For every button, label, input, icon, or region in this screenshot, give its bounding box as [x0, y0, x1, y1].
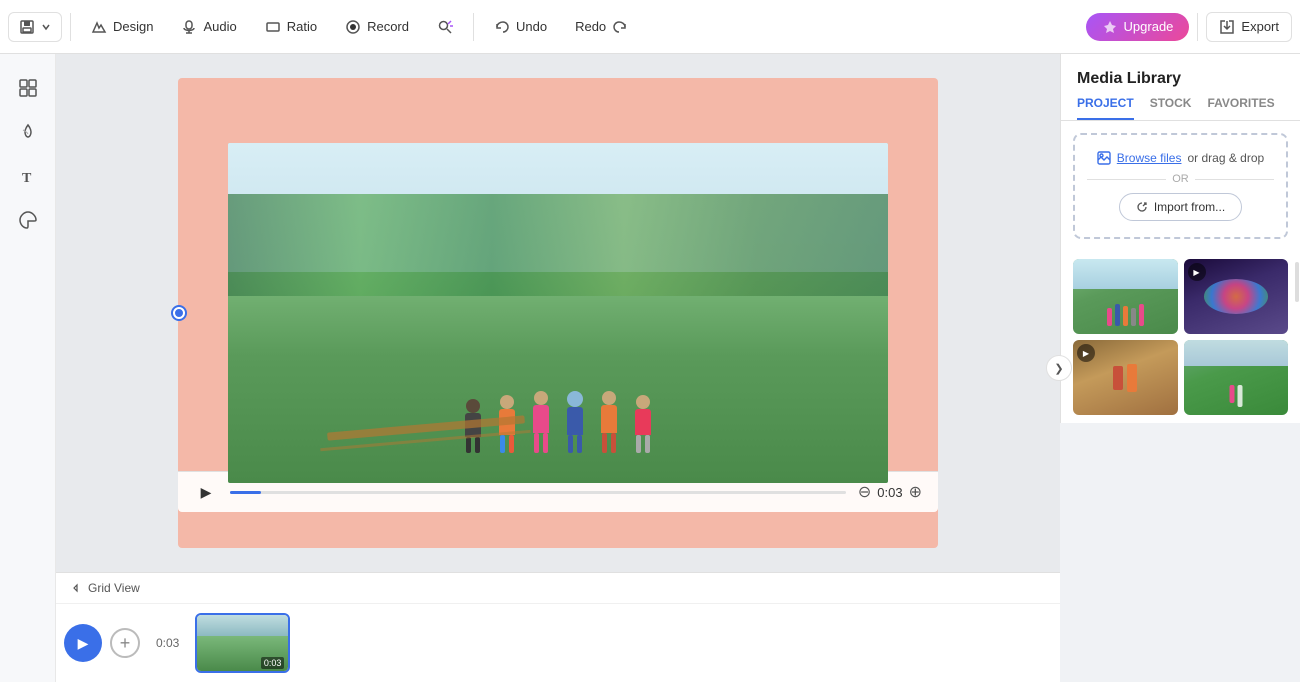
clip-duration-badge: 0:03: [261, 657, 285, 669]
layout-icon: [18, 78, 38, 98]
tab-project[interactable]: PROJECT: [1077, 96, 1134, 120]
import-icon: [1136, 201, 1148, 213]
svg-text:T: T: [22, 171, 32, 186]
timeline: Grid View ▶ + 0:03: [56, 572, 1060, 682]
panel-collapse-button[interactable]: ❯: [1046, 355, 1072, 381]
toolbar-divider-3: [1197, 13, 1198, 41]
zoom-out-button[interactable]: ⊖: [858, 482, 871, 502]
panel-tabs: PROJECT STOCK FAVORITES: [1061, 88, 1300, 121]
ratio-button[interactable]: Ratio: [253, 13, 329, 41]
save-icon: [19, 19, 35, 35]
right-panel-wrapper: ❯ Media Library PROJECT STOCK FAVORITES …: [1060, 54, 1300, 682]
upgrade-label: Upgrade: [1124, 19, 1174, 34]
video-progress-bar[interactable]: [230, 491, 846, 494]
design-button[interactable]: Design: [79, 13, 165, 41]
export-icon: [1219, 19, 1235, 35]
search-button[interactable]: [425, 13, 465, 41]
video-play-button[interactable]: ▶: [194, 480, 218, 504]
media-item-4[interactable]: ▶: [1184, 340, 1289, 415]
media-grid: ▶ ▶ ▶: [1061, 251, 1300, 423]
text-tool[interactable]: T: [10, 158, 46, 194]
layout-tool[interactable]: [10, 70, 46, 106]
grid-view-toggle[interactable]: Grid View: [68, 579, 144, 597]
add-clip-button[interactable]: +: [110, 628, 140, 658]
toolbar: Design Audio Ratio Record: [0, 0, 1300, 54]
progress-dot: [173, 307, 185, 319]
toolbar-divider-1: [70, 13, 71, 41]
canvas-video[interactable]: [228, 143, 888, 483]
record-label: Record: [367, 19, 409, 34]
redo-button[interactable]: Redo: [563, 13, 640, 41]
left-sidebar: T: [0, 54, 56, 682]
undo-icon: [494, 19, 510, 35]
panel-title: Media Library: [1061, 54, 1300, 88]
image-upload-icon: [1097, 151, 1111, 165]
design-icon: [91, 19, 107, 35]
timeline-content: ▶ + 0:03 0:03: [56, 604, 1060, 682]
clip-thumbnail[interactable]: 0:03: [195, 613, 290, 673]
upload-row: Browse files or drag & drop: [1097, 151, 1264, 165]
audio-icon: [181, 19, 197, 35]
video-time-display: 0:03: [877, 485, 902, 500]
sticker-icon: [18, 210, 38, 230]
import-label: Import from...: [1154, 200, 1225, 214]
record-icon: [345, 19, 361, 35]
canvas-area: ▶ ⊖ 0:03 ⊕: [56, 54, 1060, 682]
audio-button[interactable]: Audio: [169, 13, 248, 41]
sticker-tool[interactable]: [10, 202, 46, 238]
undo-button[interactable]: Undo: [482, 13, 559, 41]
grid-view-icon: [72, 582, 84, 594]
effects-icon: [18, 122, 38, 142]
ratio-label: Ratio: [287, 19, 317, 34]
tab-favorites[interactable]: FAVORITES: [1207, 96, 1274, 120]
redo-label: Redo: [575, 19, 606, 34]
redo-icon: [612, 19, 628, 35]
timeline-play-button[interactable]: ▶: [64, 624, 102, 662]
effects-tool[interactable]: [10, 114, 46, 150]
upgrade-icon: [1102, 19, 1118, 35]
export-label: Export: [1241, 19, 1279, 34]
canvas-viewport: ▶ ⊖ 0:03 ⊕: [56, 54, 1060, 572]
save-button[interactable]: [8, 12, 62, 42]
text-icon: T: [18, 166, 38, 186]
panel-scrollbar[interactable]: [1294, 254, 1300, 682]
export-button[interactable]: Export: [1206, 12, 1292, 42]
zoom-in-button[interactable]: ⊕: [909, 482, 922, 502]
media-library-panel: Media Library PROJECT STOCK FAVORITES Br…: [1060, 54, 1300, 423]
media-item-3[interactable]: ▶: [1073, 340, 1178, 415]
or-divider: OR: [1087, 173, 1274, 185]
timeline-time: 0:03: [148, 634, 187, 652]
upgrade-button[interactable]: Upgrade: [1086, 13, 1190, 41]
timeline-header: Grid View: [56, 573, 1060, 604]
drag-drop-text: or drag & drop: [1187, 151, 1264, 165]
toolbar-divider-2: [473, 13, 474, 41]
search-icon: [437, 19, 453, 35]
import-button[interactable]: Import from...: [1119, 193, 1242, 221]
ratio-icon: [265, 19, 281, 35]
media-play-overlay-2: ▶: [1188, 263, 1206, 281]
canvas-frame: [178, 78, 938, 548]
media-item-2[interactable]: ▶: [1184, 259, 1289, 334]
upload-area[interactable]: Browse files or drag & drop OR Import fr…: [1073, 133, 1288, 239]
media-item-1[interactable]: [1073, 259, 1178, 334]
audio-label: Audio: [203, 19, 236, 34]
record-button[interactable]: Record: [333, 13, 421, 41]
main-area: T: [0, 54, 1300, 682]
save-dropdown-icon: [41, 22, 51, 32]
undo-label: Undo: [516, 19, 547, 34]
or-text: OR: [1172, 173, 1189, 185]
tab-stock[interactable]: STOCK: [1150, 96, 1192, 120]
zoom-controls: ⊖ 0:03 ⊕: [858, 482, 922, 502]
grid-view-label: Grid View: [88, 581, 140, 595]
browse-files-link[interactable]: Browse files: [1117, 151, 1182, 165]
design-label: Design: [113, 19, 153, 34]
